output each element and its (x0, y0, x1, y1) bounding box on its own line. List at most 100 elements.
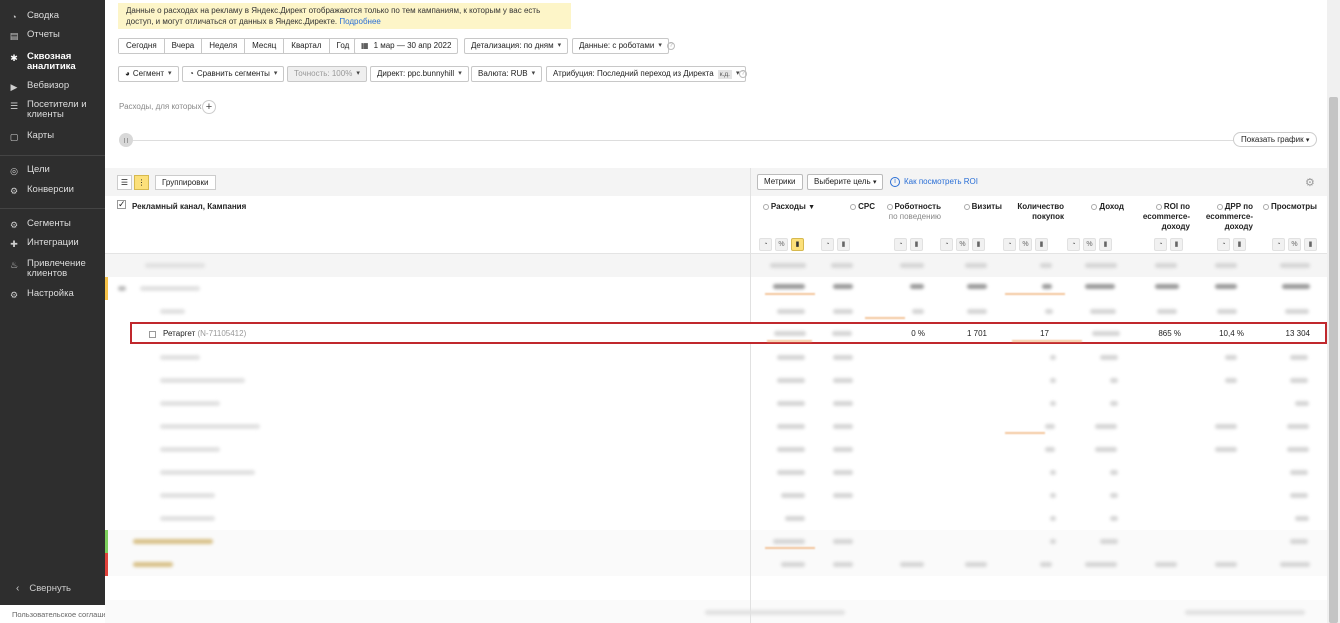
metrics-button[interactable]: Метрики (757, 174, 803, 190)
data-mode-label: Данные: с роботами (579, 41, 655, 50)
period-quarter-button[interactable]: Квартал (284, 39, 330, 53)
period-month-button[interactable]: Месяц (245, 39, 285, 53)
pie-chart-icon[interactable]: ◔ (1217, 238, 1230, 251)
percent-icon[interactable]: % (1083, 238, 1096, 251)
direct-account-dropdown[interactable]: Директ: ppc.bunnyhill ▾ (370, 66, 469, 82)
goal-dropdown[interactable]: Выберите цель ▾ (807, 174, 884, 190)
period-today-button[interactable]: Сегодня (119, 39, 165, 53)
table-row[interactable] (105, 415, 1327, 438)
pie-chart-icon[interactable]: ◔ (1154, 238, 1167, 251)
sidebar-item-reports[interactable]: ▤ Отчеты (0, 30, 105, 41)
help-icon[interactable]: ? (667, 42, 675, 50)
column-header-visits[interactable]: Визиты (963, 202, 1002, 212)
table-row[interactable] (105, 277, 1327, 300)
column-header-pageviews[interactable]: Просмотры (1262, 202, 1317, 212)
roi-help-link[interactable]: Как посмотреть ROI (904, 177, 978, 186)
sidebar-item-goals[interactable]: ◎ Цели (0, 165, 105, 176)
period-week-button[interactable]: Неделя (202, 39, 246, 53)
column-header-roi[interactable]: ROI по ecommerce-доходу (1143, 202, 1190, 232)
sidebar-item-maps[interactable]: ▢ Карты (0, 131, 105, 142)
pie-chart-icon[interactable]: ◔ (940, 238, 953, 251)
sidebar-item-label: Посетители и клиенты (27, 99, 87, 120)
pie-chart-icon[interactable]: ◔ (1067, 238, 1080, 251)
pie-chart-icon[interactable]: ◔ (1272, 238, 1285, 251)
sidebar-item-settings[interactable]: ⚙ Настройка (0, 289, 105, 300)
chevron-down-icon: ▾ (658, 42, 662, 49)
sidebar-item-webvisor[interactable]: ▶ Вебвизор (0, 81, 105, 92)
column-header-revenue[interactable]: Доход (1091, 202, 1124, 212)
segment-dropdown[interactable]: ◕ Сегмент ▾ (118, 66, 179, 82)
column-header-cpc[interactable]: CPC (850, 202, 875, 212)
groupings-button[interactable]: Группировки (155, 175, 216, 190)
vertical-scrollbar[interactable] (1327, 0, 1340, 623)
reports-icon: ▤ (9, 30, 19, 41)
visits-chart-toggles: ◔% ▮ (940, 238, 985, 251)
percent-icon[interactable]: % (1019, 238, 1032, 251)
row-checkbox[interactable] (149, 331, 156, 338)
percent-icon[interactable]: % (1288, 238, 1301, 251)
accuracy-dropdown[interactable]: Точность: 100% ▾ (287, 66, 367, 82)
bar-chart-icon[interactable]: ▮ (910, 238, 923, 251)
bar-chart-icon[interactable]: ▮ (791, 238, 804, 251)
period-year-button[interactable]: Год (329, 39, 357, 53)
table-row[interactable] (105, 392, 1327, 415)
table-row[interactable] (105, 507, 1327, 530)
sidebar-item-integrations[interactable]: ✚ Интеграции (0, 238, 105, 249)
bar-chart-icon[interactable]: ▮ (1035, 238, 1048, 251)
bar-chart-icon[interactable]: ▮ (1304, 238, 1317, 251)
tree-view-button[interactable]: ⋮ (134, 175, 149, 190)
table-row[interactable] (105, 553, 1327, 576)
highlighted-campaign-row[interactable]: Ретаргет (N-71105412) 0 % 1 701 17 865 %… (130, 322, 1327, 344)
column-header-robots[interactable]: Роботность по поведению (886, 202, 941, 222)
notice-more-link[interactable]: Подробнее (339, 17, 381, 26)
compare-segments-dropdown[interactable]: ◔ Сравнить сегменты ▾ (182, 66, 285, 82)
table-row[interactable] (105, 530, 1327, 553)
table-row[interactable] (105, 484, 1327, 507)
column-header-drr[interactable]: ДРР по ecommerce-доходу (1206, 202, 1253, 232)
bar-chart-icon[interactable]: ▮ (1170, 238, 1183, 251)
show-graph-button[interactable]: Показать график ▾ (1233, 132, 1318, 147)
collapse-sidebar-button[interactable]: ‹ Свернуть (16, 583, 71, 594)
gear-icon[interactable]: ⚙ (1305, 176, 1315, 189)
list-view-button[interactable]: ☰ (117, 175, 132, 190)
pie-chart-icon[interactable]: ◔ (894, 238, 907, 251)
sidebar-item-conversions[interactable]: ⚙ Конверсии (0, 185, 105, 196)
sidebar-item-visitors[interactable]: ☰ Посетители и клиенты (0, 100, 105, 120)
select-all-checkbox[interactable]: ✓ (117, 200, 126, 209)
pie-chart-icon[interactable]: ◔ (759, 238, 772, 251)
sidebar-item-label: Конверсии (27, 184, 74, 195)
bar-chart-icon[interactable]: ▮ (1099, 238, 1112, 251)
column-header-spend[interactable]: Расходы ▼ (762, 202, 815, 213)
column-header-purchases[interactable]: Количество покупок (1017, 202, 1064, 222)
timeline-handle[interactable] (119, 133, 133, 147)
period-yesterday-button[interactable]: Вчера (164, 39, 203, 53)
attribution-dropdown[interactable]: Атрибуция: Последний переход из Директа … (546, 66, 747, 82)
detail-dropdown[interactable]: Детализация: по дням ▾ (464, 38, 569, 54)
bar-chart-icon[interactable]: ▮ (1233, 238, 1246, 251)
sidebar-item-summary[interactable]: ◔ Сводка (0, 11, 105, 23)
bar-chart-icon[interactable]: ▮ (972, 238, 985, 251)
pie-chart-icon[interactable]: ◔ (1003, 238, 1016, 251)
table-row[interactable] (105, 461, 1327, 484)
scrollbar-thumb[interactable] (1329, 97, 1338, 623)
pie-chart-icon[interactable]: ◔ (821, 238, 834, 251)
table-row[interactable] (105, 300, 1327, 323)
drr-chart-toggles: ◔ ▮ (1217, 238, 1246, 251)
currency-dropdown[interactable]: Валюта: RUB ▾ (471, 66, 543, 82)
add-filter-button[interactable]: + (202, 100, 216, 114)
user-agreement-link[interactable]: Пользовательское соглашение (0, 605, 105, 623)
date-range-button[interactable]: ▦ 1 мар — 30 апр 2022 (354, 38, 459, 54)
sidebar-item-segments[interactable]: ⚙ Сегменты (0, 219, 105, 230)
percent-icon[interactable]: % (956, 238, 969, 251)
sidebar-item-acquisition[interactable]: ♨ Привлечение клиентов (0, 259, 105, 279)
table-row[interactable] (105, 438, 1327, 461)
table-header: ✓ Рекламный канал, Кампания Расходы ▼ CP… (105, 196, 1327, 254)
table-row[interactable] (105, 369, 1327, 392)
percent-icon[interactable]: % (775, 238, 788, 251)
sidebar-item-label: Настройка (27, 288, 74, 299)
data-mode-dropdown[interactable]: Данные: с роботами ▾ (572, 38, 669, 54)
help-icon[interactable]: ? (739, 70, 747, 78)
table-row[interactable] (105, 346, 1327, 369)
bar-chart-icon[interactable]: ▮ (837, 238, 850, 251)
sidebar-item-end-to-end-analytics[interactable]: ✱ Сквозная аналитика (0, 52, 105, 72)
